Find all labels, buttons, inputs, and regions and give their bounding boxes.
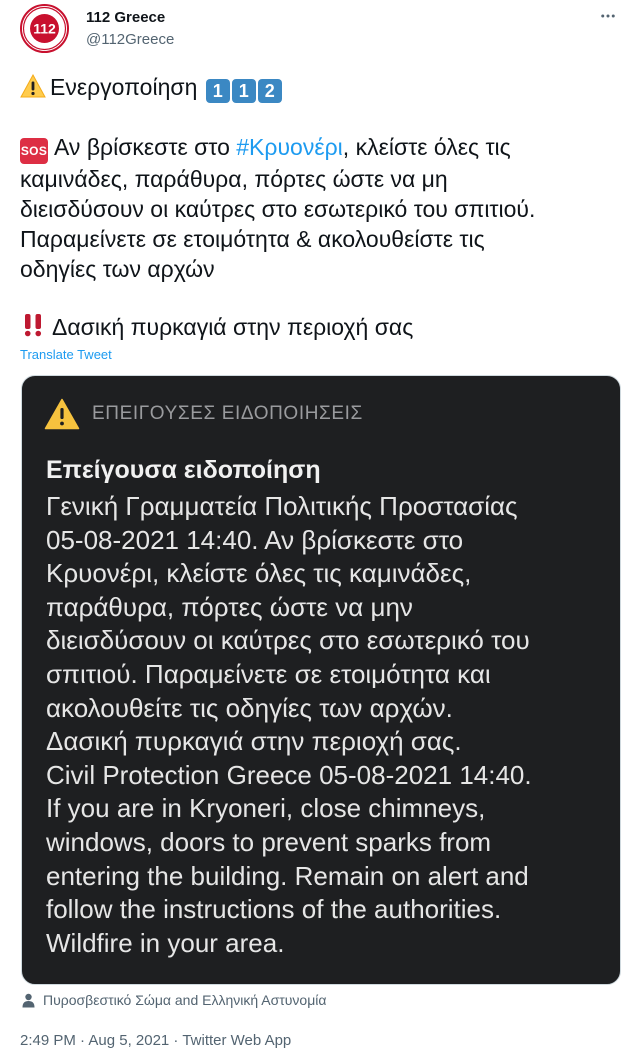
- hashtag-link[interactable]: #Κρυονέρι: [236, 134, 343, 160]
- para-line1-end-text: , κλείστε όλες τις: [342, 134, 511, 160]
- tweet-line-fire: Δασική πυρκαγιά στην περιοχή σας: [20, 312, 620, 342]
- tweet-header: 112 112 Greece @112Greece: [20, 4, 620, 56]
- tweet-para-line-5: οδηγίες των αρχών: [20, 256, 215, 282]
- tweet-paragraph: SOS Αν βρίσκεστε στο #Κρυονέρι, κλείστε ό…: [20, 132, 620, 284]
- warning-icon: [20, 74, 46, 98]
- sos-icon: SOS: [20, 138, 48, 164]
- alert-title: Επείγουσα ειδοποίηση: [46, 456, 321, 484]
- avatar[interactable]: 112: [20, 4, 69, 53]
- tweet-para-line-3: διεισδύσουν οι καύτρες στο εσωτερικό του…: [20, 196, 536, 222]
- para-start-text: Αν βρίσκεστε στο: [54, 134, 237, 160]
- display-name[interactable]: 112 Greece: [86, 9, 165, 26]
- more-horizontal-icon: [601, 14, 615, 18]
- avatar-logo-icon: 112: [22, 6, 67, 51]
- keycap-1-icon: 1: [205, 79, 230, 103]
- more-options-button[interactable]: [598, 6, 618, 26]
- tweet-para-line-4: Παραμείνετε σε ετοιμότητα & ακολουθείστε…: [20, 226, 485, 252]
- tagged-people-text: Πυροσβεστικό Σώμα and Ελληνική Αστυνομία: [43, 992, 327, 1008]
- tweet-line-activation: Ενεργοποίηση 112: [20, 72, 620, 103]
- alert-header: ΕΠΕΙΓΟΥΣΕΣ ΕΙΔΟΠΟΙΗΣΕΙΣ: [44, 396, 363, 432]
- double-exclamation-icon: [24, 314, 42, 337]
- tweet-timestamp[interactable]: 2:49 PM · Aug 5, 2021 · Twitter Web App: [20, 1032, 291, 1049]
- avatar-label: 112: [33, 21, 56, 37]
- keycap-1-icon: 1: [231, 79, 256, 103]
- alert-body: Γενική Γραμματεία Πολιτικής Προστασίας 0…: [46, 491, 532, 958]
- fire-text: Δασική πυρκαγιά στην περιοχή σας: [52, 314, 414, 340]
- tweet-para-line-2: καμινάδες, παράθυρα, πόρτες ώστε να μη: [20, 166, 448, 192]
- person-icon: [22, 993, 35, 1007]
- warning-icon: [44, 398, 80, 430]
- activation-text: Ενεργοποίηση: [50, 74, 198, 100]
- tweet-para-line-1: SOS Αν βρίσκεστε στο #Κρυονέρι, κλείστε ό…: [20, 132, 620, 164]
- handle[interactable]: @112Greece: [86, 31, 174, 48]
- tagged-people[interactable]: Πυροσβεστικό Σώμα and Ελληνική Αστυνομία: [22, 992, 326, 1008]
- alert-image[interactable]: ΕΠΕΙΓΟΥΣΕΣ ΕΙΔΟΠΟΙΗΣΕΙΣ Επείγουσα ειδοπο…: [21, 375, 621, 985]
- alert-header-label: ΕΠΕΙΓΟΥΣΕΣ ΕΙΔΟΠΟΙΗΣΕΙΣ: [92, 403, 363, 424]
- translate-tweet-link[interactable]: Translate Tweet: [20, 347, 112, 362]
- keycap-2-icon: 2: [257, 79, 282, 103]
